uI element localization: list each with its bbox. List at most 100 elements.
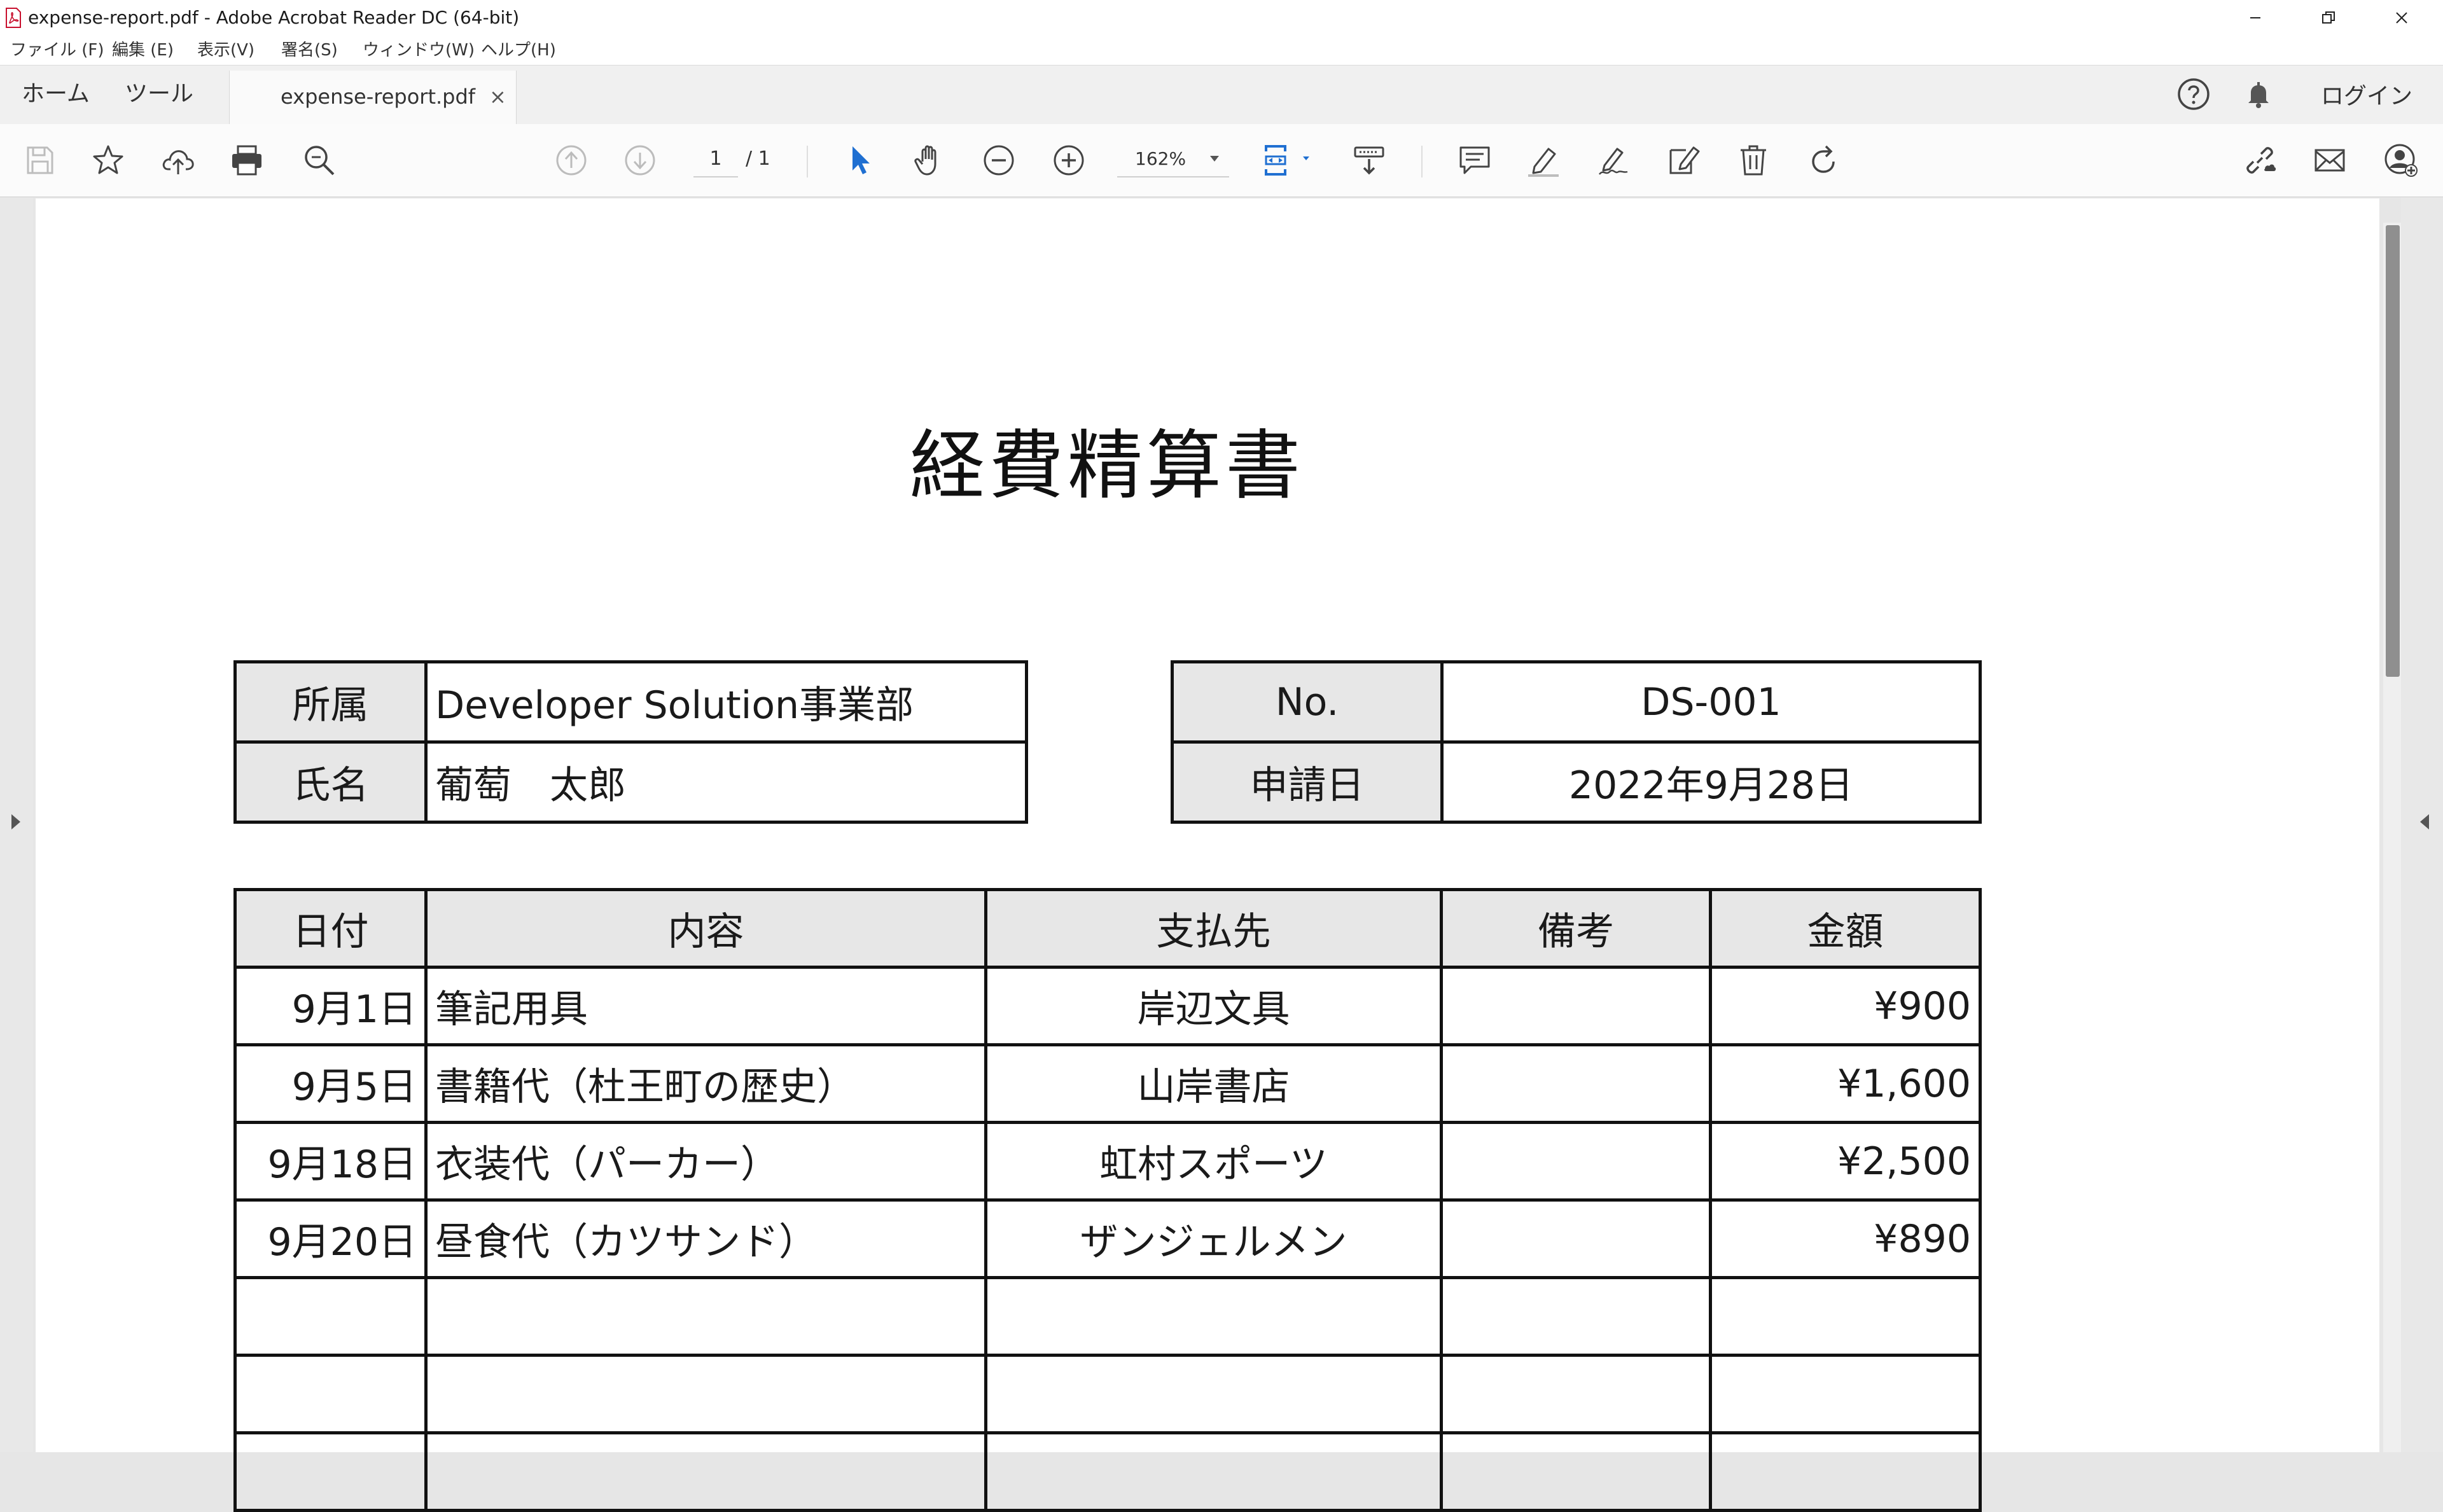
expense-date xyxy=(233,1431,428,1512)
expense-date xyxy=(233,1354,428,1434)
rotate-button[interactable] xyxy=(1806,142,1841,178)
highlight-icon xyxy=(1528,148,1559,177)
expense-description: 書籍代（杜王町の歴史） xyxy=(424,1043,987,1124)
select-arrow-icon xyxy=(853,146,870,174)
comment-icon xyxy=(1459,146,1490,174)
previous-page-button[interactable] xyxy=(553,142,589,178)
next-page-button[interactable] xyxy=(622,142,658,178)
expense-description: 昼食代（カツサンド） xyxy=(424,1198,987,1279)
report-number-value: DS-001 xyxy=(1440,660,1982,744)
page-up-icon xyxy=(556,145,587,176)
sign-button[interactable] xyxy=(1596,142,1631,178)
tab-home[interactable]: ホーム xyxy=(22,78,90,110)
expense-payee xyxy=(984,1276,1443,1357)
expense-payee xyxy=(984,1354,1443,1434)
save-button[interactable] xyxy=(22,142,57,178)
column-header-notes: 備考 xyxy=(1440,888,1712,969)
expense-notes xyxy=(1440,966,1712,1046)
expense-amount: ¥890 xyxy=(1709,1198,1982,1279)
table-row: 9月1日 筆記用具 岸辺文具 ¥900 xyxy=(233,966,1982,1046)
table-row: 9月18日 衣装代（パーカー） 虹村スポーツ ¥2,500 xyxy=(233,1121,1982,1202)
close-tab-icon[interactable]: × xyxy=(489,82,506,111)
add-user-icon xyxy=(2384,144,2418,177)
expense-date: 9月1日 xyxy=(233,966,428,1046)
menu-bar: ファイル (F) 編集 (E) 表示(V) 署名(S) ウィンドウ(W) ヘルプ… xyxy=(0,36,2443,65)
share-link-icon xyxy=(2246,147,2276,174)
expense-amount: ¥2,500 xyxy=(1709,1121,1982,1202)
delete-button[interactable] xyxy=(1736,142,1771,178)
expense-amount xyxy=(1709,1354,1982,1434)
application-date-label: 申請日 xyxy=(1171,740,1444,824)
expand-right-panel-icon[interactable] xyxy=(2420,814,2429,829)
table-row xyxy=(233,1431,1982,1512)
find-button[interactable] xyxy=(302,142,337,178)
menu-window[interactable]: ウィンドウ(W) xyxy=(363,38,475,62)
page-number-input[interactable]: 1 xyxy=(693,142,738,177)
help-button[interactable] xyxy=(2173,65,2214,123)
menu-view[interactable]: 表示(V) xyxy=(197,38,254,62)
name-value: 葡萄 太郎 xyxy=(424,740,1028,824)
column-header-description: 内容 xyxy=(424,888,987,969)
table-row: 申請日 2022年9月28日 xyxy=(1171,740,1982,824)
restore-button[interactable] xyxy=(2297,0,2360,36)
scroll-mode-button[interactable] xyxy=(1351,142,1387,178)
close-window-button[interactable] xyxy=(2370,0,2433,36)
menu-edit[interactable]: 編集 (E) xyxy=(112,38,174,62)
table-header-row: 日付 内容 支払先 備考 金額 xyxy=(233,888,1982,969)
pdf-file-icon xyxy=(6,8,21,28)
search-zoom-icon xyxy=(305,146,335,176)
help-icon xyxy=(2178,78,2210,110)
edit-button[interactable] xyxy=(1666,142,1701,178)
expense-description xyxy=(424,1276,987,1357)
fit-page-icon xyxy=(1265,145,1309,176)
cloud-upload-icon xyxy=(162,150,194,174)
minimize-button[interactable] xyxy=(2224,0,2287,36)
print-button[interactable] xyxy=(229,142,265,178)
zoom-in-button[interactable] xyxy=(1051,142,1087,178)
expense-description xyxy=(424,1354,987,1434)
login-button[interactable]: ログイン xyxy=(2303,65,2430,123)
expense-amount xyxy=(1709,1276,1982,1357)
chevron-down-icon xyxy=(1210,156,1219,162)
report-info-table: No. DS-001 申請日 2022年9月28日 xyxy=(1171,660,1982,824)
save-icon xyxy=(27,146,53,174)
zoom-in-icon xyxy=(1054,145,1084,176)
fit-page-button[interactable] xyxy=(1262,142,1313,178)
expense-amount: ¥900 xyxy=(1709,966,1982,1046)
comment-button[interactable] xyxy=(1457,142,1493,178)
expense-notes xyxy=(1440,1121,1712,1202)
zoom-level-select[interactable]: 162% xyxy=(1117,142,1229,177)
rotate-icon xyxy=(1812,145,1835,173)
print-icon xyxy=(232,145,261,176)
application-date-value: 2022年9月28日 xyxy=(1440,740,1982,824)
close-icon xyxy=(2396,12,2407,24)
document-title: 経費精算書 xyxy=(909,422,1304,510)
restore-icon xyxy=(2322,11,2335,24)
expense-amount: ¥1,600 xyxy=(1709,1043,1982,1124)
upload-button[interactable] xyxy=(160,142,196,178)
zoom-out-button[interactable] xyxy=(981,142,1017,178)
pdf-page: 経費精算書 所属 Developer Solution事業部 氏名 葡萄 太郎 … xyxy=(36,198,2379,1512)
highlight-button[interactable] xyxy=(1526,142,1561,178)
expense-payee: ザンジェルメン xyxy=(984,1198,1443,1279)
sign-icon xyxy=(1599,148,1628,175)
email-button[interactable] xyxy=(2312,142,2348,178)
tab-tools[interactable]: ツール xyxy=(125,78,193,110)
hand-tool-button[interactable] xyxy=(911,142,947,178)
department-value: Developer Solution事業部 xyxy=(424,660,1028,744)
add-user-button[interactable] xyxy=(2383,142,2419,178)
menu-help[interactable]: ヘルプ(H) xyxy=(481,38,556,62)
table-row: 所属 Developer Solution事業部 xyxy=(233,660,1028,744)
hand-icon xyxy=(914,145,936,176)
expand-left-panel-icon[interactable] xyxy=(11,814,20,829)
bookmark-button[interactable] xyxy=(90,142,126,178)
notifications-button[interactable] xyxy=(2238,65,2279,123)
select-tool-button[interactable] xyxy=(841,142,877,178)
page-down-icon xyxy=(625,145,655,176)
main-toolbar: 1 / 1 162% xyxy=(0,124,2443,197)
tab-document[interactable]: expense-report.pdf × xyxy=(229,71,517,124)
menu-file[interactable]: ファイル (F) xyxy=(10,38,104,62)
scrollbar-thumb[interactable] xyxy=(2386,225,2400,677)
menu-sign[interactable]: 署名(S) xyxy=(281,38,338,62)
share-link-button[interactable] xyxy=(2242,142,2278,178)
